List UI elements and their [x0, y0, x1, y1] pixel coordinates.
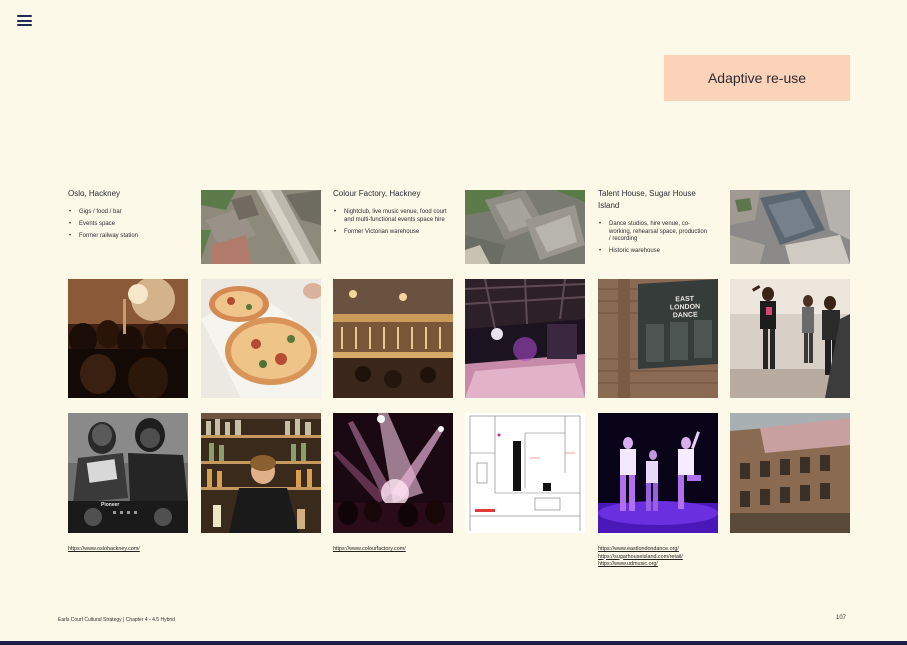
footer-text: Earls Court Cultural Strategy | Chapter …: [58, 617, 175, 623]
venue-title: Oslo, Hackney: [68, 189, 121, 198]
club-lights-photo: [333, 413, 453, 533]
club-dancefloor-photo: [465, 279, 585, 398]
aerial-photo-oslo: [201, 190, 321, 264]
venue-bullet: Historic warehouse: [598, 248, 708, 256]
venue-link[interactable]: https://www.udmusic.org/: [598, 561, 683, 569]
links-colour-factory: https://www.colourfactory.com/: [333, 546, 406, 554]
venue-title: Colour Factory, Hackney: [333, 189, 421, 198]
dance-studio-photo: [730, 279, 850, 398]
pizza-photo: [201, 279, 321, 398]
floor-plan-image: [465, 413, 585, 533]
venue-bullet: Nightclub, live music venue, food court …: [333, 209, 451, 224]
aerial-photo-talent-house: [730, 190, 850, 264]
venue-bullet: Former railway station: [68, 233, 190, 241]
page-number: 107: [836, 615, 847, 621]
venue-link[interactable]: https://www.colourfactory.com/: [333, 546, 406, 554]
venue-bullet: Gigs / food / bar: [68, 209, 190, 217]
venue-bullet: Dance studios, hire venue, co-working, r…: [598, 221, 708, 244]
venue-bullet: Former Victorian warehouse: [333, 229, 451, 237]
venue-bullet: Events space: [68, 221, 190, 229]
crowd-concert-photo: [68, 279, 188, 398]
dancers-stage-photo: [598, 413, 718, 533]
dj-decks-photo: Pioneer: [68, 413, 188, 533]
venue-link[interactable]: https://www.eastlondondance.org/: [598, 546, 683, 554]
venue-talent-house: Talent House, Sugar House Island Dance s…: [598, 188, 708, 260]
venue-colour-factory: Colour Factory, Hackney Nightclub, live …: [333, 188, 451, 241]
aerial-photo-colour-factory: [465, 190, 585, 264]
dj-brand-text: Pioneer: [101, 502, 120, 508]
venue-oslo: Oslo, Hackney Gigs / food / bar Events s…: [68, 188, 190, 245]
building-sign-photo: EAST LONDON DANCE: [598, 279, 718, 398]
venue-link[interactable]: https://www.oslohackney.com/: [68, 546, 140, 554]
bottom-rule: [0, 641, 907, 645]
warehouse-interior-photo: [333, 279, 453, 398]
links-talent-house: https://www.eastlondondance.org/ https:/…: [598, 546, 683, 569]
links-oslo: https://www.oslohackney.com/: [68, 546, 140, 554]
bartender-photo: [201, 413, 321, 533]
menu-icon[interactable]: [17, 14, 32, 27]
historic-warehouse-photo: [730, 413, 850, 533]
venue-title: Talent House, Sugar House Island: [598, 189, 696, 210]
venue-link[interactable]: https://sugarhouseisland.com/retail/: [598, 554, 683, 562]
section-tag: Adaptive re-use: [664, 55, 850, 101]
dance-sign-text: EAST LONDON DANCE: [669, 295, 701, 320]
section-tag-label: Adaptive re-use: [707, 70, 807, 86]
